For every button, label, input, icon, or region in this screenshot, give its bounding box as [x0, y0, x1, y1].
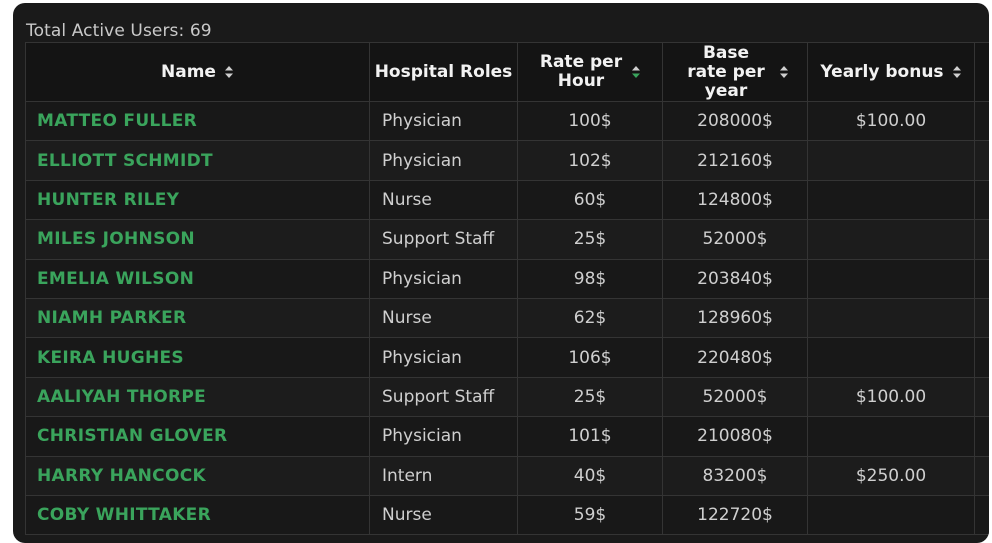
table-row[interactable]: HARRY HANCOCK Intern 40$ 83200$ $250.00 — [25, 455, 989, 496]
hospital-role-cell: Nurse — [369, 297, 518, 339]
column-header-label: Base rate per year — [687, 42, 765, 101]
table-row[interactable]: EMELIA WILSON Physician 98$ 203840$ — [25, 258, 989, 299]
table-body: MATTEO FULLER Physician 100$ 208000$ $10… — [25, 100, 989, 536]
overflow-cell — [974, 494, 989, 536]
table-row[interactable]: ELLIOTT SCHMIDT Physician 102$ 212160$ — [25, 140, 989, 181]
hospital-role-cell: Physician — [369, 337, 518, 378]
yearly-bonus-cell — [807, 179, 975, 221]
base-rate-per-year-cell: 210080$ — [662, 416, 808, 457]
total-active-users-label: Total Active Users: 69 — [26, 21, 212, 41]
table-row[interactable]: MILES JOHNSON Support Staff 25$ 52000$ — [25, 219, 989, 260]
user-name-link[interactable]: MATTEO FULLER — [25, 100, 370, 142]
yearly-bonus-cell — [807, 258, 975, 299]
base-rate-per-year-cell: 52000$ — [662, 219, 808, 260]
user-name-link[interactable]: ELLIOTT SCHMIDT — [25, 140, 370, 181]
rate-per-hour-cell: 25$ — [517, 376, 663, 418]
overflow-cell — [974, 416, 989, 457]
sort-icon-active[interactable] — [631, 65, 641, 79]
rate-per-hour-cell: 102$ — [517, 140, 663, 181]
column-header-overflow — [974, 42, 989, 102]
base-rate-per-year-cell: 122720$ — [662, 494, 808, 536]
overflow-cell — [974, 455, 989, 496]
hospital-role-cell: Nurse — [369, 494, 518, 536]
column-header-hospital-roles: Hospital Roles — [369, 42, 518, 102]
rate-per-hour-cell: 60$ — [517, 179, 663, 221]
column-header-label: Hospital Roles — [374, 61, 513, 82]
overflow-cell — [974, 100, 989, 142]
table-row[interactable]: AALIYAH THORPE Support Staff 25$ 52000$ … — [25, 376, 989, 418]
column-header-yearly-bonus[interactable]: Yearly bonus — [807, 42, 975, 102]
overflow-cell — [974, 219, 989, 260]
column-header-label: Yearly bonus — [820, 61, 944, 82]
column-header-label: Name — [161, 61, 216, 82]
table-row[interactable]: KEIRA HUGHES Physician 106$ 220480$ — [25, 337, 989, 378]
sort-icon[interactable] — [224, 65, 234, 79]
rate-per-hour-cell: 98$ — [517, 258, 663, 299]
column-header-rate-per-hour[interactable]: Rate per Hour — [517, 42, 663, 102]
overflow-cell — [974, 258, 989, 299]
base-rate-per-year-cell: 124800$ — [662, 179, 808, 221]
yearly-bonus-cell — [807, 140, 975, 181]
table-row[interactable]: MATTEO FULLER Physician 100$ 208000$ $10… — [25, 100, 989, 142]
yearly-bonus-cell: $100.00 — [807, 100, 975, 142]
hospital-role-cell: Support Staff — [369, 219, 518, 260]
yearly-bonus-cell — [807, 494, 975, 536]
user-name-link[interactable]: NIAMH PARKER — [25, 297, 370, 339]
user-name-link[interactable]: HUNTER RILEY — [25, 179, 370, 221]
base-rate-per-year-cell: 83200$ — [662, 455, 808, 496]
rate-per-hour-cell: 59$ — [517, 494, 663, 536]
user-name-link[interactable]: COBY WHITTAKER — [25, 494, 370, 536]
user-name-link[interactable]: HARRY HANCOCK — [25, 455, 370, 496]
table-row[interactable]: HUNTER RILEY Nurse 60$ 124800$ — [25, 179, 989, 221]
base-rate-per-year-cell: 203840$ — [662, 258, 808, 299]
rate-per-hour-cell: 100$ — [517, 100, 663, 142]
yearly-bonus-cell — [807, 416, 975, 457]
table-row[interactable]: COBY WHITTAKER Nurse 59$ 122720$ — [25, 494, 989, 536]
base-rate-per-year-cell: 128960$ — [662, 297, 808, 339]
yearly-bonus-cell: $250.00 — [807, 455, 975, 496]
base-rate-per-year-cell: 220480$ — [662, 337, 808, 378]
hospital-role-cell: Support Staff — [369, 376, 518, 418]
overflow-cell — [974, 337, 989, 378]
column-header-label: Rate per Hour — [539, 52, 623, 91]
hospital-role-cell: Intern — [369, 455, 518, 496]
yearly-bonus-cell — [807, 297, 975, 339]
column-header-name[interactable]: Name — [25, 42, 370, 102]
overflow-cell — [974, 376, 989, 418]
overflow-cell — [974, 140, 989, 181]
hospital-role-cell: Physician — [369, 140, 518, 181]
column-header-base-rate-per-year[interactable]: Base rate per year — [662, 42, 808, 102]
base-rate-per-year-cell: 212160$ — [662, 140, 808, 181]
hospital-role-cell: Nurse — [369, 179, 518, 221]
user-name-link[interactable]: KEIRA HUGHES — [25, 337, 370, 378]
base-rate-per-year-cell: 208000$ — [662, 100, 808, 142]
hospital-role-cell: Physician — [369, 258, 518, 299]
base-rate-per-year-cell: 52000$ — [662, 376, 808, 418]
sort-icon[interactable] — [952, 65, 962, 79]
rate-per-hour-cell: 62$ — [517, 297, 663, 339]
overflow-cell — [974, 179, 989, 221]
table-header-row: Name Hospital Roles Rate per Hour Base r… — [25, 42, 989, 102]
hospital-role-cell: Physician — [369, 100, 518, 142]
users-table: Name Hospital Roles Rate per Hour Base r… — [25, 42, 989, 536]
overflow-cell — [974, 297, 989, 339]
table-row[interactable]: NIAMH PARKER Nurse 62$ 128960$ — [25, 297, 989, 339]
user-name-link[interactable]: EMELIA WILSON — [25, 258, 370, 299]
table-row[interactable]: CHRISTIAN GLOVER Physician 101$ 210080$ — [25, 416, 989, 457]
yearly-bonus-cell — [807, 337, 975, 378]
hospital-role-cell: Physician — [369, 416, 518, 457]
rate-per-hour-cell: 101$ — [517, 416, 663, 457]
users-table-panel: Total Active Users: 69 Name Hospital Rol… — [13, 3, 989, 543]
sort-icon[interactable] — [779, 65, 789, 79]
user-name-link[interactable]: MILES JOHNSON — [25, 219, 370, 260]
rate-per-hour-cell: 40$ — [517, 455, 663, 496]
yearly-bonus-cell — [807, 219, 975, 260]
yearly-bonus-cell: $100.00 — [807, 376, 975, 418]
rate-per-hour-cell: 106$ — [517, 337, 663, 378]
user-name-link[interactable]: CHRISTIAN GLOVER — [25, 416, 370, 457]
rate-per-hour-cell: 25$ — [517, 219, 663, 260]
user-name-link[interactable]: AALIYAH THORPE — [25, 376, 370, 418]
